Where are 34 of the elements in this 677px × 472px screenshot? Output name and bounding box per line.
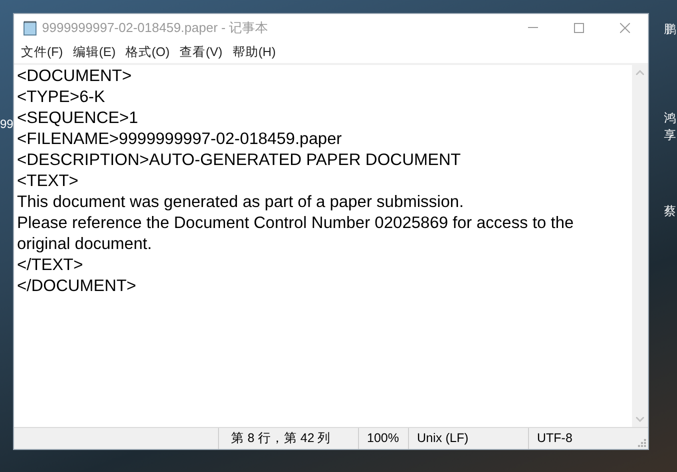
text-line: original document. [17,234,152,255]
desktop-icon-label[interactable]: 99 [0,117,14,131]
desktop-icon-label[interactable]: 鹏 [664,22,676,36]
text-line: <TYPE>6-K [17,87,106,108]
scroll-up-icon[interactable] [636,70,644,75]
text-line: </TEXT> [17,255,84,276]
encoding: UTF-8 [536,430,574,448]
close-icon [620,22,630,32]
maximize-icon [574,22,584,32]
desktop-icon-label[interactable]: 蔡 [664,204,676,218]
menu-item[interactable]: 查看(V) [174,42,228,62]
menu-item[interactable]: 帮助(H) [227,42,281,62]
text-line: </DOCUMENT> [17,276,136,297]
text-line: <DESCRIPTION>AUTO-GENERATED PAPER DOCUMENT [17,150,461,171]
zoom-level: 100% [359,428,409,449]
desktop-icon-label[interactable]: 鸿 [664,111,676,125]
cursor-position: 第 8 行，第 42 列 [219,428,359,449]
menu-item[interactable]: 编辑(E) [68,42,121,62]
text-line: This document was generated as part of a paper submission. [17,192,464,213]
minimize-icon [528,27,538,28]
text-line: Please reference the Document Control Number 02025869 for access to the [17,213,574,234]
menu-item[interactable]: 文件(F) [16,42,68,62]
vertical-scrollbar[interactable] [632,65,648,427]
menu-item[interactable]: 格式(O) [120,42,175,62]
desktop-icon-label[interactable]: 享 [664,128,676,142]
notepad-icon [23,20,37,36]
text-line: <FILENAME>9999999997-02-018459.paper [17,129,342,150]
line-ending: Unix (LF) [409,428,529,449]
text-line: <SEQUENCE>1 [17,108,138,129]
resize-grip-icon[interactable] [637,438,646,447]
text-line: <TEXT> [17,171,78,192]
scroll-down-icon[interactable] [636,417,644,422]
text-line: <DOCUMENT> [17,66,132,87]
window-title: 9999999997-02-018459.paper - 记事本 [42,18,268,37]
